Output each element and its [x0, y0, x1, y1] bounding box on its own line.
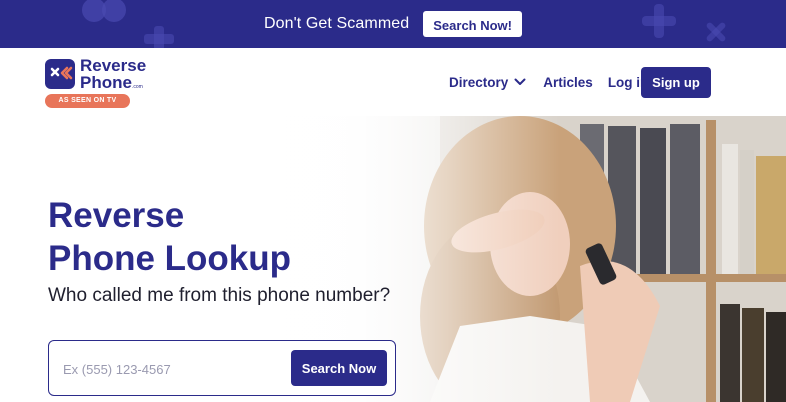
- plus-decor-icon: [642, 4, 676, 38]
- brand-logo[interactable]: Reverse Phone.com AS SEEN ON TV: [45, 57, 155, 109]
- hero-section: Reverse Phone Lookup Who called me from …: [0, 116, 786, 402]
- page-title-line2: Phone Lookup: [48, 239, 292, 278]
- decorative-shape-icon: [82, 0, 126, 22]
- promo-search-button[interactable]: Search Now!: [423, 11, 522, 37]
- phone-search-form: Search Now: [48, 340, 396, 396]
- brand-name-line2: Phone: [80, 73, 132, 92]
- nav-directory-label: Directory: [449, 74, 509, 90]
- plus-decor-icon: [144, 26, 174, 48]
- brand-name-line1: Reverse: [80, 56, 147, 75]
- search-now-button[interactable]: Search Now: [291, 350, 387, 386]
- x-decor-icon: [706, 22, 726, 42]
- brand-name: Reverse Phone.com: [80, 57, 146, 96]
- phone-number-input[interactable]: [63, 357, 283, 381]
- x-arrows-icon: [45, 59, 75, 89]
- promo-text: Don't Get Scammed: [263, 15, 410, 32]
- chevron-down-icon: [514, 78, 526, 85]
- nav-articles[interactable]: Articles: [543, 75, 593, 90]
- site-header: Reverse Phone.com AS SEEN ON TV Director…: [0, 48, 786, 116]
- brand-domain: .com: [131, 84, 143, 90]
- main-nav: Directory Articles Log in: [449, 67, 664, 97]
- as-seen-on-tv-badge: AS SEEN ON TV: [45, 94, 130, 108]
- hero-subtitle: Who called me from this phone number?: [48, 285, 391, 306]
- signup-button[interactable]: Sign up: [641, 67, 711, 98]
- nav-directory[interactable]: Directory: [449, 75, 526, 90]
- page-title: Reverse Phone Lookup: [48, 194, 291, 280]
- page-title-line1: Reverse: [48, 196, 185, 235]
- promo-banner: Don't Get Scammed Search Now!: [0, 0, 786, 48]
